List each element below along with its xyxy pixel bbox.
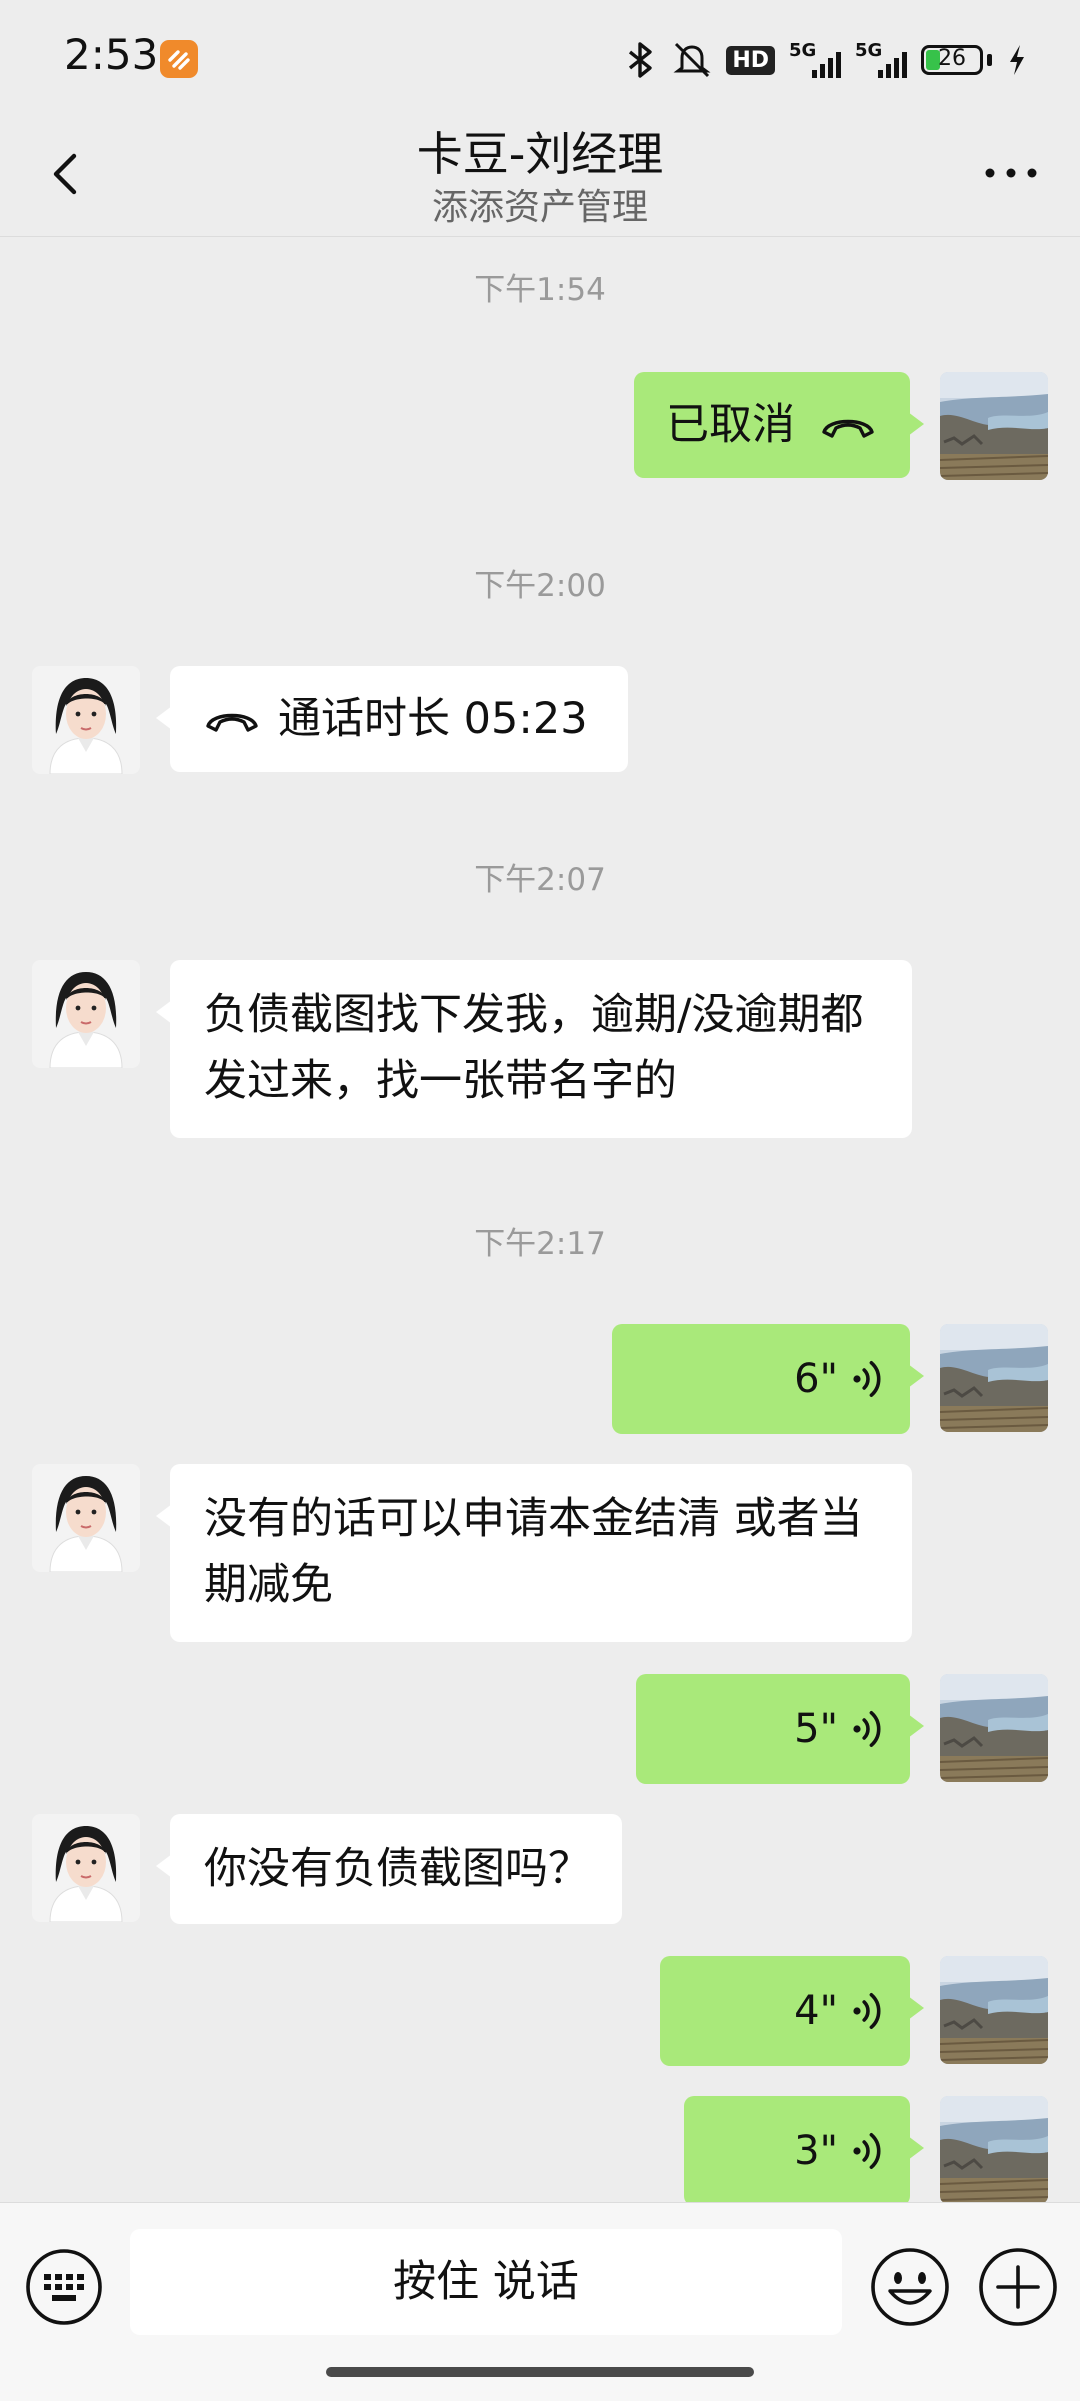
call-duration-bubble[interactable]: 通话时长 05:23: [156, 666, 628, 772]
chat-title: 卡豆-刘经理: [416, 127, 664, 181]
app-notification-icon: [160, 40, 198, 78]
call-status-text: 已取消: [666, 400, 795, 450]
contact-avatar[interactable]: [32, 1464, 140, 1572]
contact-avatar[interactable]: [32, 666, 140, 774]
user-avatar[interactable]: [940, 2096, 1048, 2204]
battery-level: 26: [938, 46, 966, 71]
status-icons: HD 5G 5G 26: [624, 36, 1028, 84]
text-message-bubble[interactable]: 负债截图找下发我，逾期/没逾期都发过来，找一张带名字的: [156, 960, 912, 1138]
call-duration-text: 通话时长 05:23: [278, 694, 588, 744]
keyboard-icon[interactable]: [24, 2247, 104, 2327]
signal-icon-2: 5G: [855, 40, 907, 80]
bluetooth-icon: [629, 42, 653, 78]
voice-wave-icon: [848, 1358, 884, 1400]
voice-wave-icon: [848, 1990, 884, 2032]
signal-icon: 5G: [789, 40, 841, 80]
hold-to-talk-button[interactable]: 按住 说话: [130, 2229, 842, 2335]
voice-message-bubble[interactable]: 6": [612, 1324, 924, 1434]
voice-wave-icon: [848, 1708, 884, 1750]
chat-header: 卡豆-刘经理 添添资产管理: [0, 118, 1080, 237]
voice-message-bubble[interactable]: 4": [660, 1956, 924, 2066]
home-indicator[interactable]: [326, 2367, 754, 2377]
user-avatar[interactable]: [940, 372, 1048, 480]
plus-icon[interactable]: [976, 2245, 1060, 2329]
voice-duration: 3": [794, 2128, 838, 2174]
canceled-call-bubble[interactable]: 已取消: [634, 372, 924, 478]
charging-icon: [1010, 45, 1024, 75]
user-avatar[interactable]: [940, 1674, 1048, 1782]
voice-message-bubble[interactable]: 3": [684, 2096, 924, 2206]
phone-call-icon: [204, 704, 260, 734]
message-timestamp: 下午2:07: [474, 862, 606, 898]
message-text: 你没有负债截图吗？: [204, 1844, 591, 1894]
phone-hangup-icon: [820, 410, 876, 440]
voice-message-bubble[interactable]: 5": [636, 1674, 924, 1784]
battery-tip: [987, 54, 992, 66]
user-avatar[interactable]: [940, 1956, 1048, 2064]
chat-subtitle: 添添资产管理: [431, 187, 648, 228]
status-bar: 2:53 HD 5G 5G 26: [0, 0, 1080, 118]
message-text: 负债截图找下发我，逾期/没逾期都发过来，找一张带名字的: [204, 990, 864, 1106]
contact-avatar[interactable]: [32, 960, 140, 1068]
contact-avatar[interactable]: [32, 1814, 140, 1922]
more-options-icon[interactable]: [976, 148, 1046, 198]
voice-wave-icon: [848, 2130, 884, 2172]
message-text: 没有的话可以申请本金结清 或者当期减免: [204, 1494, 863, 1610]
message-timestamp: 下午1:54: [474, 272, 606, 308]
message-timestamp: 下午2:17: [474, 1226, 606, 1262]
user-avatar[interactable]: [940, 1324, 1048, 1432]
voice-duration: 4": [794, 1988, 838, 2034]
hd-icon: HD: [726, 45, 775, 75]
battery-icon: 26: [921, 45, 983, 75]
emoji-icon[interactable]: [868, 2245, 952, 2329]
text-message-bubble[interactable]: 你没有负债截图吗？: [156, 1814, 622, 1924]
message-timestamp: 下午2:00: [474, 568, 606, 604]
voice-duration: 5": [794, 1706, 838, 1752]
text-message-bubble[interactable]: 没有的话可以申请本金结清 或者当期减免: [156, 1464, 912, 1642]
mute-bell-icon: [673, 42, 711, 78]
voice-duration: 6": [794, 1356, 838, 1402]
status-time: 2:53: [64, 30, 159, 79]
